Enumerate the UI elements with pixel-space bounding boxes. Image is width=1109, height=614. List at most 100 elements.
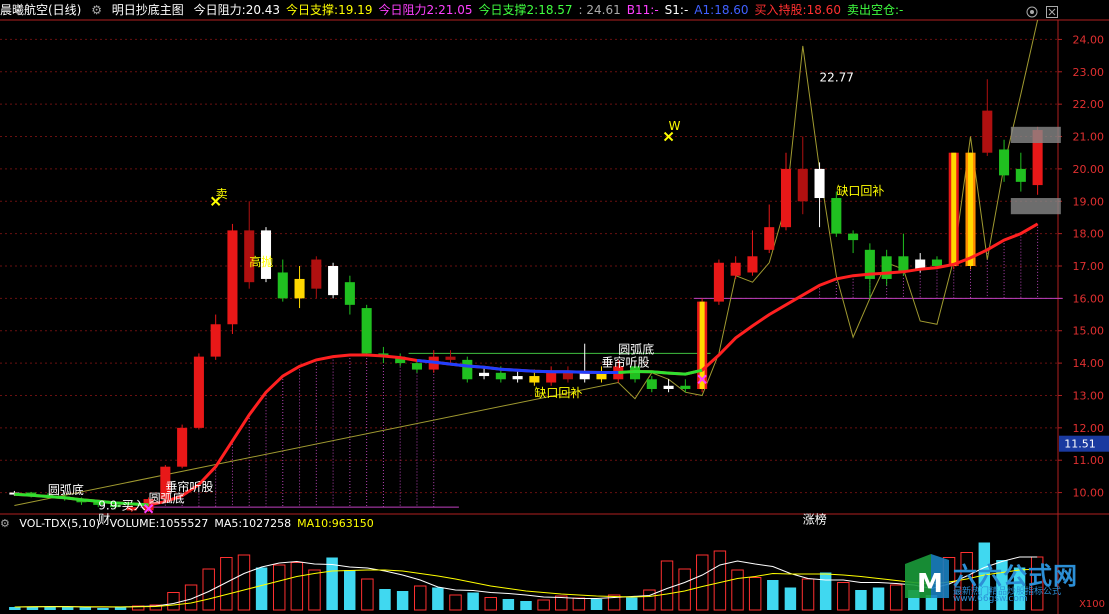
hdr-item: 今日支撑:	[286, 3, 339, 17]
volume-bar[interactable]	[97, 608, 109, 610]
candle-body[interactable]	[831, 198, 842, 234]
current-price-label: 11.51	[1064, 438, 1096, 451]
volume-bar[interactable]	[344, 570, 356, 610]
indicator-name[interactable]: 明日抄底主图	[112, 3, 184, 17]
volume-bar[interactable]	[819, 572, 832, 611]
volume-bar[interactable]	[626, 597, 638, 611]
y-tick-label: 16.00	[1073, 292, 1105, 305]
volume-bar[interactable]	[255, 567, 268, 611]
y-tick-label: 13.00	[1073, 389, 1105, 402]
volume-bar[interactable]	[855, 590, 867, 610]
candle-body[interactable]	[999, 149, 1010, 176]
candle-body[interactable]	[848, 233, 859, 241]
candle-body[interactable]	[982, 110, 993, 153]
candle-body[interactable]	[495, 372, 506, 380]
volume-bar[interactable]	[61, 607, 74, 610]
candle-body[interactable]	[445, 356, 456, 360]
candle-body[interactable]	[663, 385, 674, 389]
indicator-gear-icon[interactable]: ⚙	[91, 3, 102, 17]
candle-body[interactable]	[210, 324, 221, 357]
candle-body[interactable]	[311, 259, 322, 289]
volume-bar[interactable]	[872, 587, 885, 611]
hdr-item-value: 18.57	[538, 3, 573, 17]
hdr-item: B11:	[626, 3, 655, 17]
candle-body[interactable]	[814, 168, 825, 199]
hdr-item: A1:	[694, 3, 715, 17]
candle-body[interactable]	[411, 363, 422, 370]
volume-bar[interactable]	[432, 587, 444, 611]
zone-box	[1010, 198, 1061, 215]
vol-item-value: 963150	[331, 517, 374, 530]
candle-body[interactable]	[462, 359, 473, 380]
chart-annotation: 圆弧底	[48, 482, 84, 497]
candle-body[interactable]	[680, 385, 691, 389]
chart-annotation: 圆弧底	[618, 341, 654, 356]
candle-body[interactable]	[797, 168, 808, 202]
candle-body[interactable]	[780, 168, 792, 228]
hdr-item-value: -	[683, 3, 689, 17]
candle-body[interactable]	[730, 262, 741, 276]
candle-body[interactable]	[193, 356, 204, 428]
candle-highlight	[699, 301, 705, 389]
volume-bar[interactable]	[767, 580, 779, 610]
chart-annotation: 9.9-买入	[98, 499, 145, 513]
candle-body[interactable]	[713, 262, 724, 302]
volume-bar[interactable]	[467, 592, 479, 611]
volume-bar[interactable]	[520, 601, 532, 610]
volume-bar[interactable]	[379, 589, 391, 610]
zone-box	[1010, 126, 1061, 143]
vol-item: MA10:	[297, 517, 332, 530]
candle-body[interactable]	[177, 427, 188, 467]
hdr-item-value: -	[654, 3, 659, 17]
candle-body[interactable]	[512, 376, 523, 380]
volume-bar[interactable]	[79, 607, 92, 611]
chart-annotation: 缺口回补	[534, 385, 582, 400]
candle-body[interactable]	[344, 282, 355, 305]
hdr-item-value: 18.60	[806, 3, 841, 17]
candle-body[interactable]	[747, 256, 758, 273]
candle-body[interactable]	[562, 372, 573, 380]
volume-unit-label: X100	[1079, 599, 1105, 610]
hdr-item-value: 18.60	[714, 3, 749, 17]
hdr-item-value: 21.05	[438, 3, 473, 17]
candle-highlight	[951, 152, 957, 266]
candle-body[interactable]	[328, 266, 339, 296]
watermark: M 六六公式网 最新热门精品炒股指标公式 www.66gsw.com	[903, 534, 1103, 604]
candle-body[interactable]	[931, 259, 942, 266]
settings-circle-icon[interactable]	[1026, 3, 1038, 18]
indicator-values: 今日阻力:20.43 今日支撑:19.19 今日阻力2:21.05 今日支撑2:18.…	[194, 3, 910, 17]
watermark-url: www.66gsw.com	[953, 594, 1028, 604]
volume-gear-icon[interactable]: ⚙	[0, 517, 10, 530]
main-chart-header: 晨曦航空(日线) ⚙ 明日抄底主图 今日阻力:20.43 今日支撑:19.19 今日…	[0, 0, 1109, 20]
candle-body[interactable]	[546, 372, 557, 383]
candle-body[interactable]	[294, 278, 305, 299]
volume-bar[interactable]	[502, 599, 515, 610]
candle-body[interactable]	[227, 230, 238, 325]
chart-annotation: 22.77	[820, 71, 854, 85]
candle-body[interactable]	[881, 256, 892, 279]
chart-annotation: 垂帘听股	[165, 479, 213, 494]
volume-bar[interactable]	[590, 599, 603, 610]
y-tick-label: 11.00	[1073, 454, 1105, 467]
volume-bar[interactable]	[396, 591, 409, 610]
candle-body[interactable]	[529, 376, 540, 383]
volume-bar[interactable]	[784, 587, 797, 611]
volume-bar[interactable]	[114, 607, 127, 611]
stock-name[interactable]: 晨曦航空(日线)	[0, 3, 81, 17]
candle-body[interactable]	[277, 272, 288, 299]
volume-indicator-name[interactable]: VOL-TDX(5,10)	[19, 517, 100, 530]
candle-body[interactable]	[1015, 168, 1026, 182]
hdr-item: 今日阻力:	[193, 3, 246, 17]
candle-body[interactable]	[361, 308, 372, 354]
y-tick-label: 15.00	[1073, 325, 1105, 338]
chart-annotation: 垂帘听股	[601, 354, 649, 369]
candle-body[interactable]	[646, 379, 657, 389]
chart-annotation: 缺口回补	[836, 183, 884, 198]
candle-body[interactable]	[479, 372, 490, 377]
volume-header: ⚙ VOL-TDX(5,10) VOLUME:1055527 MA5:102725…	[0, 515, 1109, 533]
chart-annotation: W	[669, 119, 681, 133]
candle-body[interactable]	[764, 227, 775, 250]
close-icon[interactable]	[1046, 3, 1058, 18]
y-tick-label: 22.00	[1073, 98, 1105, 111]
candle-body[interactable]	[579, 372, 590, 380]
